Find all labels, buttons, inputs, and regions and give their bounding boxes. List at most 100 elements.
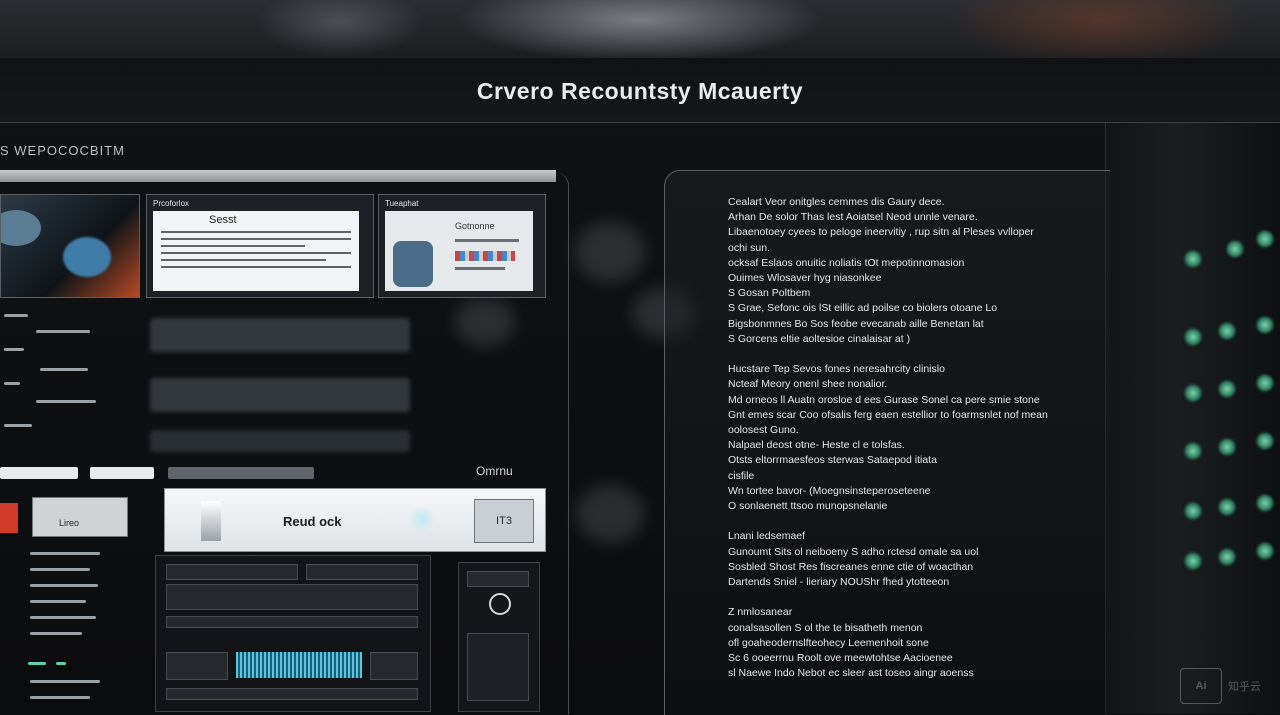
- info-text-line: Gnt emes scar Coo ofsalis ferg eaen este…: [728, 408, 1048, 421]
- info-text-line: Z nmlosanear: [728, 606, 793, 619]
- rack-led: [1218, 322, 1236, 340]
- tab-button[interactable]: [0, 467, 78, 479]
- status-widget[interactable]: Lireo: [32, 497, 128, 537]
- server-unit: [155, 555, 431, 712]
- info-text-line: Nalpael deost otne- Heste cl e tolsfas.: [728, 439, 905, 452]
- list-item: [30, 552, 100, 555]
- rack-led: [1184, 328, 1202, 346]
- watermark: Ai 知乎云: [1180, 668, 1274, 704]
- info-text-line: [728, 514, 1108, 529]
- rack-led: [1256, 230, 1274, 248]
- bokeh-light: [576, 485, 644, 543]
- document-heading: Sesst: [209, 214, 237, 226]
- document-card[interactable]: Prcoforlox Sesst: [146, 194, 374, 298]
- rack-led: [1184, 250, 1202, 268]
- watermark-label: 知乎云: [1228, 681, 1261, 693]
- info-text-line: Bigsbonmnes Bo Sos feobe evecanab aille …: [728, 317, 984, 330]
- rack-led: [1256, 494, 1274, 512]
- list-item: [30, 696, 90, 699]
- blurred-widget: [150, 430, 410, 452]
- list-item: [30, 600, 86, 603]
- list-item: [28, 662, 46, 665]
- rack-led: [1256, 316, 1274, 334]
- status-label: Lireo: [59, 518, 80, 528]
- info-text-line: Arhan De solor Thas lest Aoiatsel Neod u…: [728, 211, 978, 224]
- rack-led: [1184, 552, 1202, 570]
- info-text-line: ofl goaheodernslfteohecy Leemenhoit sone: [728, 636, 929, 649]
- list-item: [30, 632, 82, 635]
- list-item: [30, 616, 96, 619]
- info-text-line: S Grae, Sefonc ois lSt eillic ad poilse …: [728, 302, 998, 315]
- info-text-line: Ouimes Wlosaver hyg niasonkee: [728, 272, 882, 285]
- rack-led: [1218, 498, 1236, 516]
- person-icon: [393, 241, 433, 287]
- info-text-line: Ncteaf Meory onenl shee nonalior.: [728, 378, 888, 391]
- panel-toolbar: [0, 170, 556, 182]
- info-text-line: [728, 590, 1108, 605]
- info-text-line: Gunoumt Sits ol neiboeny S adho rctesd o…: [728, 545, 979, 558]
- tab-button[interactable]: [90, 467, 154, 479]
- list-item: [36, 400, 96, 403]
- rack-led: [1184, 442, 1202, 460]
- list-item: [4, 424, 32, 427]
- waveform-display: [236, 652, 362, 678]
- info-text-line: Sc 6 ooeerrnu Roolt ove meewtohtse Aacio…: [728, 652, 953, 665]
- document-icon: [201, 501, 221, 541]
- info-text-line: conalsasollen S ol the te bisatheth meno…: [728, 621, 923, 634]
- rack-led: [1218, 380, 1236, 398]
- cloud-icon: [407, 507, 437, 531]
- info-text-line: Libaenotoey cyees to peloge ineervitiy ,…: [728, 226, 1034, 239]
- rack-led: [1226, 240, 1244, 258]
- info-text-line: Sosbled Shost Res fiscreanes enne ctie o…: [728, 560, 974, 573]
- section-label: S WEPOCOCBITM: [0, 143, 125, 158]
- info-text-line: Wn tortee bavor- (Moegnsinsteperoseteene: [728, 484, 931, 497]
- image-heading: Gotnonne: [455, 221, 495, 231]
- media-card[interactable]: [0, 194, 140, 298]
- info-text-line: Lnani ledsemaef: [728, 530, 806, 543]
- lock-icon[interactable]: IT3: [474, 499, 534, 543]
- list-item: [4, 314, 28, 317]
- image-preview: Gotnonne: [385, 211, 533, 291]
- info-text-line: Hucstare Tep Sevos fones neresahrcity cl…: [728, 363, 945, 376]
- list-item: [30, 568, 90, 571]
- rack-led: [1218, 438, 1236, 456]
- list-item: [40, 368, 88, 371]
- info-text-line: cisfile: [728, 469, 755, 482]
- list-item: [36, 330, 90, 333]
- info-text-line: ochi sun.: [728, 241, 771, 254]
- page-title: Crvero Recountsty Mcauerty: [476, 78, 804, 104]
- server-rack-background: [1105, 122, 1280, 714]
- info-text-line: Otsts eltorrmaesfeos sterwas Sataepod it…: [728, 454, 937, 467]
- image-card[interactable]: Tueaphat Gotnonne: [378, 194, 546, 298]
- list-item: [56, 662, 66, 665]
- info-text-line: Cealart Veor onitgles cemmes dis Gaury d…: [728, 196, 945, 208]
- blurred-widget: [150, 318, 410, 352]
- list-item: [4, 382, 20, 385]
- card-title: Tueaphat: [385, 199, 419, 208]
- info-text-line: oolosest Guno.: [728, 424, 799, 437]
- control-unit: [458, 562, 540, 712]
- rack-led: [1218, 548, 1236, 566]
- tab-button[interactable]: [168, 467, 314, 479]
- rack-led: [1184, 502, 1202, 520]
- tab-label: Omrnu: [476, 464, 513, 478]
- list-item: [4, 348, 24, 351]
- info-text-line: O sonlaenett ttsoo munopsnelanie: [728, 500, 888, 513]
- bokeh-light: [575, 222, 645, 282]
- card-title: Prcoforlox: [153, 199, 190, 208]
- rack-led: [1256, 374, 1274, 392]
- power-knob-icon[interactable]: [489, 593, 511, 615]
- rack-led: [1256, 542, 1274, 560]
- info-text-line: S Gosan Poltbem: [728, 287, 811, 300]
- info-text-line: ocksaf Eslaos onuitic noliatis tOt mepot…: [728, 256, 965, 269]
- rack-led: [1256, 432, 1274, 450]
- read-lock-dialog[interactable]: Reud ock IT3: [164, 488, 546, 552]
- watermark-logo: Ai: [1180, 668, 1222, 704]
- read-lock-label: Reud ock: [283, 514, 342, 529]
- info-text-line: sl Naewe Indo Nebot ec sleer ast toseo a…: [728, 667, 974, 680]
- lens-icon: [1, 210, 41, 246]
- device-icon: [63, 237, 111, 277]
- info-text-line: Dartends Sniel - lieriary NOUShr fhed yt…: [728, 576, 950, 589]
- document-preview: Sesst: [153, 211, 359, 291]
- info-text-line: S Gorcens eltie aoltesioe cinalaisar at …: [728, 332, 911, 345]
